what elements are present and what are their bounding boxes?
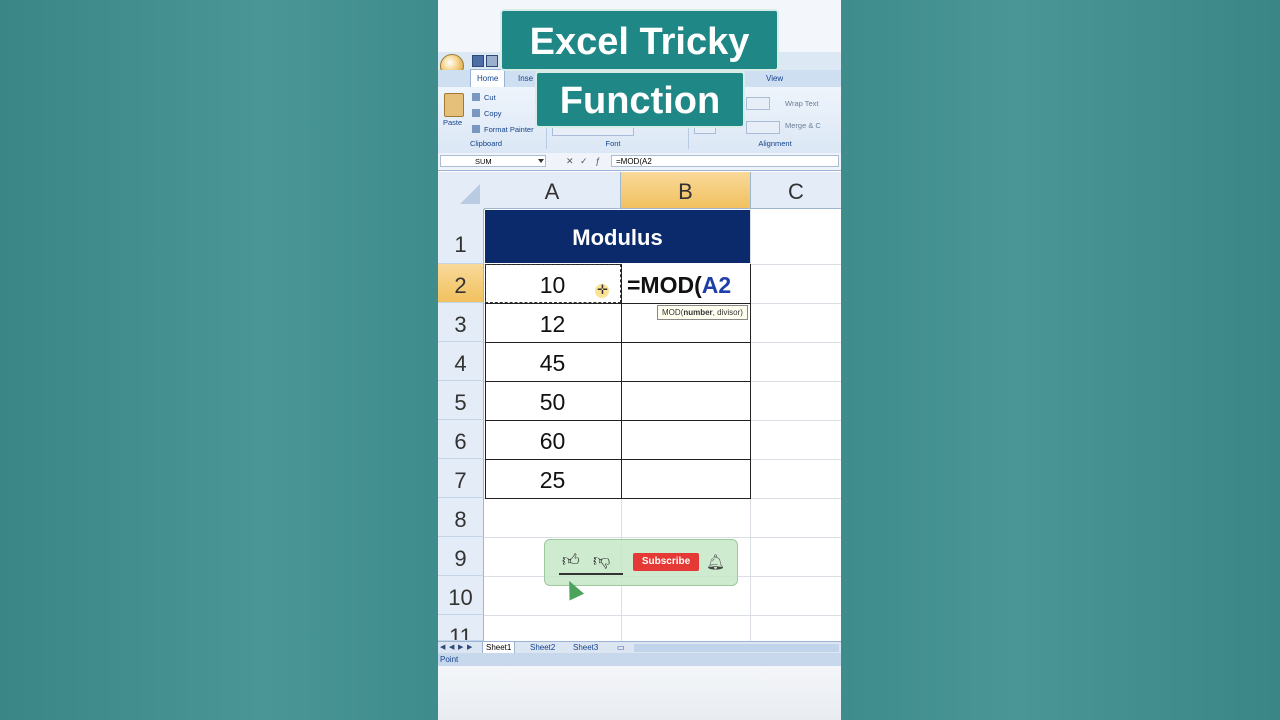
row-header-4[interactable]: 4 bbox=[438, 342, 484, 381]
formula-input[interactable]: =MOD(A2 bbox=[611, 155, 839, 167]
cell-a7[interactable]: 25 bbox=[485, 459, 620, 498]
formula-reference: A2 bbox=[701, 272, 732, 298]
ribbon-body: Paste Cut Copy Format Painter Wrap Text … bbox=[438, 87, 841, 154]
column-header-a[interactable]: A bbox=[484, 172, 621, 209]
subscribe-button[interactable]: Subscribe bbox=[633, 553, 699, 571]
row-header-8[interactable]: 8 bbox=[438, 498, 484, 537]
cell-a5[interactable]: 50 bbox=[485, 381, 620, 420]
formula-prefix: =MOD( bbox=[627, 272, 702, 298]
plus-cursor-icon: ✛ bbox=[597, 282, 608, 297]
paste-icon[interactable] bbox=[444, 93, 464, 117]
cell-a4[interactable]: 45 bbox=[485, 342, 620, 381]
next-sheet-icon[interactable]: ▶ bbox=[458, 643, 463, 651]
underline bbox=[559, 573, 623, 575]
tooltip-arg-rest: , divisor) bbox=[712, 308, 743, 317]
cut-label: Cut bbox=[484, 93, 496, 102]
tooltip-arg-number: number bbox=[683, 308, 713, 317]
row-header-5[interactable]: 5 bbox=[438, 381, 484, 420]
row-header-6[interactable]: 6 bbox=[438, 420, 484, 459]
row-header-3[interactable]: 3 bbox=[438, 303, 484, 342]
tab-home[interactable]: Home bbox=[470, 69, 506, 88]
function-tooltip: MOD(number, divisor) bbox=[657, 305, 748, 320]
paste-button[interactable]: Paste bbox=[443, 118, 462, 127]
top-strip bbox=[438, 0, 841, 52]
tooltip-fn: MOD( bbox=[662, 308, 684, 317]
indent-button[interactable] bbox=[694, 121, 716, 134]
background-left bbox=[0, 0, 438, 720]
group-font-label: Font bbox=[605, 139, 621, 148]
cell-b2-formula[interactable]: =MOD(A2 bbox=[622, 264, 750, 303]
thumbs-down-icon[interactable]: 👎︎ bbox=[593, 550, 610, 571]
select-all-icon bbox=[460, 184, 480, 204]
bell-icon[interactable]: 🔔︎ bbox=[706, 553, 725, 571]
gridline bbox=[484, 615, 841, 616]
row-header-7[interactable]: 7 bbox=[438, 459, 484, 498]
format-painter-label: Format Painter bbox=[484, 125, 534, 134]
copy-button[interactable]: Copy bbox=[472, 109, 502, 118]
group-separator bbox=[546, 91, 547, 149]
row-header-11[interactable]: 11 bbox=[438, 615, 484, 641]
prev-sheet-icon[interactable]: ◀ bbox=[449, 643, 454, 651]
row-header-2[interactable]: 2 bbox=[438, 264, 484, 303]
row-header-10[interactable]: 10 bbox=[438, 576, 484, 615]
gridline bbox=[484, 537, 841, 538]
brush-icon bbox=[472, 125, 480, 133]
cell-a1-header[interactable]: Modulus bbox=[485, 210, 750, 263]
background-right bbox=[841, 0, 1280, 720]
save-icon[interactable] bbox=[472, 55, 484, 67]
sheet-tab-3[interactable]: Sheet3 bbox=[570, 642, 601, 653]
copy-label: Copy bbox=[484, 109, 502, 118]
status-bar: Point bbox=[438, 653, 841, 666]
merge-button[interactable]: Merge & C bbox=[785, 121, 821, 130]
tab-view[interactable]: View bbox=[766, 70, 783, 87]
group-clipboard-label: Clipboard bbox=[469, 139, 503, 148]
wrap-text-button[interactable]: Wrap Text bbox=[785, 99, 819, 108]
horizontal-scrollbar[interactable] bbox=[634, 644, 839, 652]
bottom-strip bbox=[438, 666, 841, 720]
cell-a3[interactable]: 12 bbox=[485, 303, 620, 342]
indent-buttons[interactable] bbox=[746, 121, 780, 134]
group-separator bbox=[688, 91, 689, 149]
row-header-1[interactable]: 1 bbox=[438, 209, 484, 264]
font-size-box[interactable] bbox=[552, 123, 634, 136]
copy-icon bbox=[472, 109, 480, 117]
column-header-b[interactable]: B bbox=[621, 172, 751, 209]
column-header-c[interactable]: C bbox=[751, 172, 841, 209]
orientation-button[interactable] bbox=[746, 97, 770, 110]
chevron-down-icon[interactable] bbox=[538, 159, 544, 163]
first-sheet-icon[interactable]: ◀ bbox=[440, 643, 445, 651]
ribbon-tabs: Home Inse View bbox=[438, 69, 841, 88]
scissors-icon bbox=[472, 93, 480, 101]
insert-sheet-icon[interactable]: ▭ bbox=[614, 642, 628, 653]
formula-bar: SUM ✕ ✓ ƒ =MOD(A2 bbox=[438, 153, 841, 171]
name-box[interactable]: SUM bbox=[440, 155, 546, 167]
thumbs-up-icon[interactable]: 👍︎ bbox=[562, 550, 580, 571]
group-alignment-label: Alignment bbox=[758, 139, 792, 148]
excel-window: Home Inse View Paste Cut Copy Format Pai… bbox=[438, 0, 841, 720]
title-bar bbox=[438, 52, 841, 70]
cancel-icon[interactable]: ✕ bbox=[566, 156, 574, 167]
format-painter-button[interactable]: Format Painter bbox=[472, 125, 534, 134]
tab-insert[interactable]: Inse bbox=[518, 70, 533, 87]
check-icon[interactable]: ✓ bbox=[580, 156, 588, 167]
sheet-tab-2[interactable]: Sheet2 bbox=[527, 642, 558, 653]
last-sheet-icon[interactable]: ▶ bbox=[467, 643, 472, 651]
row-header-9[interactable]: 9 bbox=[438, 537, 484, 576]
cut-button[interactable]: Cut bbox=[472, 93, 496, 102]
function-icon[interactable]: ƒ bbox=[595, 156, 600, 166]
cell-a6[interactable]: 60 bbox=[485, 420, 620, 459]
undo-icon[interactable] bbox=[486, 55, 498, 67]
